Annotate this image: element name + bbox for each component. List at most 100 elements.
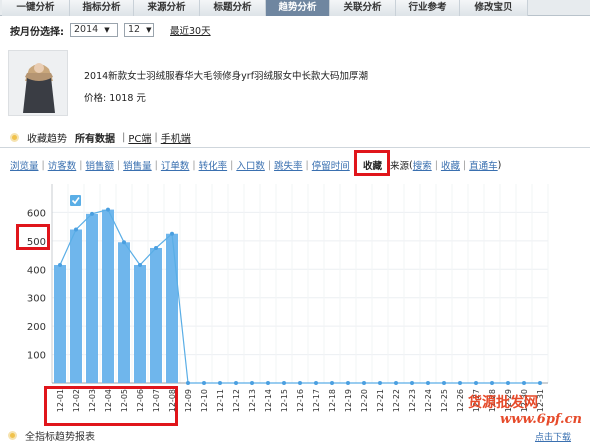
metric-entries[interactable]: 入口数	[236, 158, 265, 172]
data-point	[442, 381, 446, 385]
metric-bounce-rate[interactable]: 跳失率	[274, 158, 303, 172]
month-selector-label: 按月份选择:	[10, 26, 64, 38]
metric-visitors[interactable]: 访客数	[48, 158, 77, 172]
x-tick-label: 12-15	[280, 389, 289, 412]
data-point	[282, 381, 286, 385]
x-tick-label: 12-21	[376, 389, 385, 412]
bullet-icon	[8, 431, 17, 440]
mobile-link[interactable]: 手机端	[161, 130, 191, 145]
tab-indicator-analysis[interactable]: 指标分析	[70, 0, 134, 16]
data-point	[90, 211, 94, 216]
chevron-down-icon: ▼	[104, 26, 110, 34]
bar	[166, 233, 178, 383]
month-select-value: 12	[128, 24, 141, 35]
data-point	[266, 381, 270, 385]
data-point	[538, 381, 542, 385]
metric-conversion-rate[interactable]: 转化率	[199, 158, 228, 172]
checkbox-icon	[70, 195, 81, 206]
x-tick-label: 12-12	[232, 389, 241, 412]
source-favorites[interactable]: 收藏	[441, 158, 460, 172]
data-point	[314, 381, 318, 385]
data-point	[426, 381, 430, 385]
separator: |	[122, 131, 126, 143]
data-point	[138, 263, 142, 268]
year-select[interactable]: 2014 ▼	[70, 23, 118, 37]
tab-related-analysis[interactable]: 关联分析	[330, 0, 396, 16]
data-point	[106, 207, 110, 212]
data-point	[410, 381, 414, 385]
data-point	[394, 381, 398, 385]
metric-sales-volume[interactable]: 销售量	[123, 158, 152, 172]
month-selector-bar: 按月份选择: 2014 ▼ 12 ▼ 最近30天	[10, 22, 211, 38]
data-point	[522, 381, 526, 385]
x-tick-label: 12-22	[392, 389, 401, 412]
source-search[interactable]: 搜索	[413, 158, 432, 172]
y-tick-label: 600	[27, 208, 46, 219]
month-select[interactable]: 12 ▼	[124, 23, 154, 37]
product-price: 价格: 1018 元	[84, 93, 146, 104]
source-label: 来源	[389, 161, 409, 172]
tab-source-analysis[interactable]: 来源分析	[134, 0, 200, 16]
highlight-box-dates	[44, 386, 178, 426]
data-point	[378, 381, 382, 385]
data-point	[506, 381, 510, 385]
top-tab-bar: 一键分析 指标分析 来源分析 标题分析 趋势分析 关联分析 行业参考 修改宝贝	[0, 0, 590, 16]
x-tick-label: 12-26	[456, 389, 465, 412]
x-tick-label: 12-20	[360, 389, 369, 412]
metric-sales-amount[interactable]: 销售额	[85, 158, 114, 172]
tab-industry-reference[interactable]: 行业参考	[396, 0, 460, 16]
data-point	[490, 381, 494, 385]
bar	[70, 229, 82, 383]
x-tick-label: 12-19	[344, 389, 353, 412]
tab-one-click-analysis[interactable]: 一键分析	[2, 0, 70, 16]
data-point	[58, 263, 62, 268]
bar	[86, 213, 98, 383]
x-tick-label: 12-10	[200, 389, 209, 412]
data-point	[74, 227, 78, 232]
year-select-value: 2014	[74, 24, 99, 35]
tab-title-analysis[interactable]: 标题分析	[200, 0, 266, 16]
highlight-box-active-metric	[354, 150, 390, 176]
data-point	[154, 245, 158, 250]
watermark-logo: 货源批发网	[468, 395, 538, 411]
metric-pageviews[interactable]: 浏览量	[10, 158, 39, 172]
pc-link[interactable]: PC端	[128, 130, 151, 145]
product-title[interactable]: 2014新款女士羽绒服春华大毛领修身yrf羽绒服女中长款大码加厚潮	[84, 68, 368, 82]
x-tick-label: 12-17	[312, 389, 321, 412]
footer-section: 全指标趋势报表	[8, 428, 95, 443]
x-tick-label: 12-11	[216, 389, 225, 412]
data-point	[202, 381, 206, 385]
x-tick-label: 12-14	[264, 389, 273, 412]
data-point	[234, 381, 238, 385]
data-point	[122, 240, 126, 245]
bar	[118, 242, 130, 383]
bar	[54, 265, 66, 383]
product-image[interactable]	[8, 50, 68, 116]
divider	[0, 147, 590, 148]
bar	[150, 247, 162, 383]
data-point	[346, 381, 350, 385]
watermark-url: www.6pf.cn	[500, 412, 582, 427]
download-link[interactable]: 点击下载	[535, 430, 571, 443]
metric-stay-time[interactable]: 停留时间	[312, 158, 350, 172]
highlight-box-y-value	[16, 224, 50, 250]
tab-trend-analysis[interactable]: 趋势分析	[266, 0, 330, 16]
x-tick-label: 12-09	[184, 389, 193, 412]
metric-links: 浏览量 | 访客数 | 销售额 | 销售量 | 订单数 | 转化率 | 入口数 | 跳失率 | …	[10, 158, 502, 173]
metric-orders[interactable]: 订单数	[161, 158, 190, 172]
section-header: 收藏趋势 所有数据 | PC端 | 手机端	[10, 130, 191, 145]
tab-edit-item[interactable]: 修改宝贝	[460, 0, 528, 16]
data-point	[170, 231, 174, 236]
data-point	[458, 381, 462, 385]
data-point	[218, 381, 222, 385]
product-photo-icon	[9, 51, 67, 115]
last-30-days-link[interactable]: 最近30天	[170, 23, 211, 37]
source-through-train[interactable]: 直通车	[469, 158, 498, 172]
chevron-down-icon: ▼	[146, 26, 152, 34]
bar	[102, 209, 114, 383]
bar	[134, 265, 146, 383]
y-tick-label: 400	[27, 265, 46, 276]
section-title: 收藏趋势	[27, 133, 67, 145]
all-data-link[interactable]: 所有数据	[75, 130, 115, 145]
data-point	[298, 381, 302, 385]
